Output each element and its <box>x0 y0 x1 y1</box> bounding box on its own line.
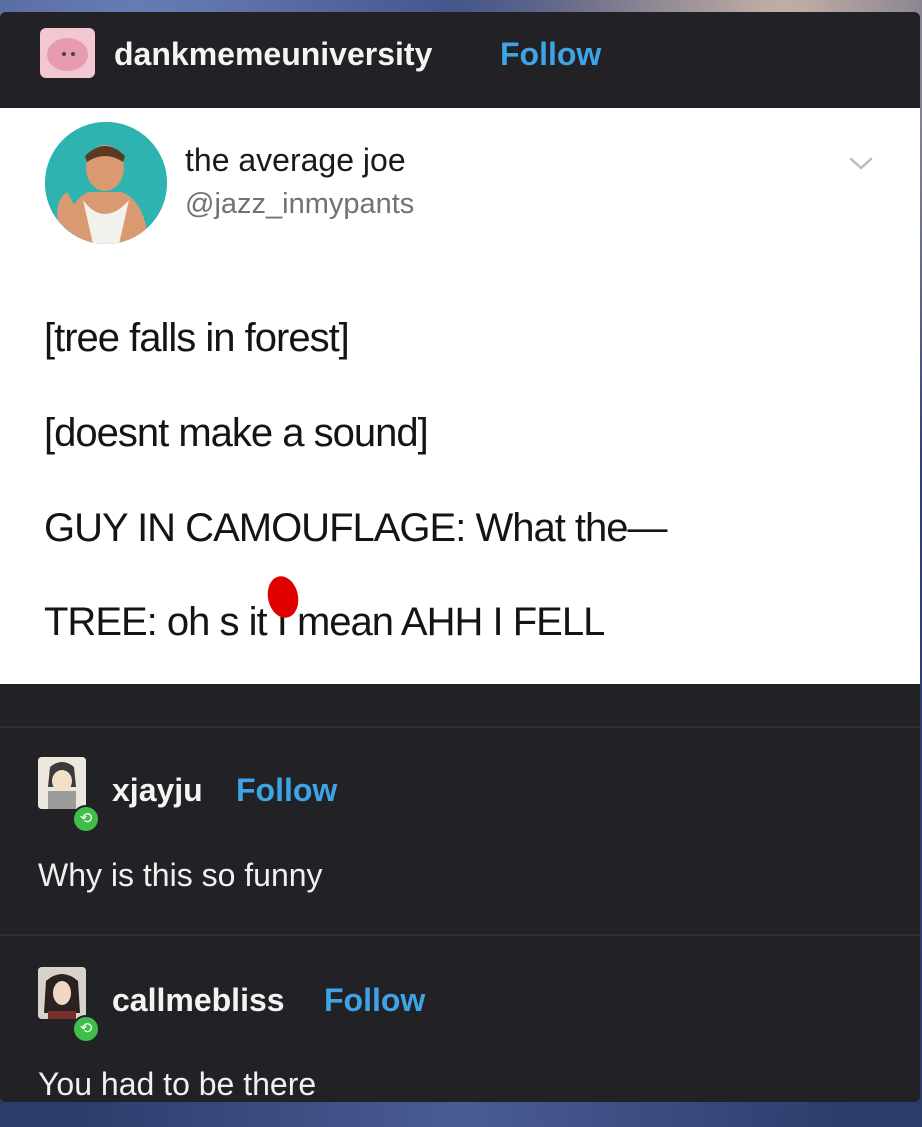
tweet-handle[interactable]: @jazz_inmypants <box>185 188 414 221</box>
avatar-blob <box>47 38 88 71</box>
tweet-text-line: TREE: oh s it I mean AHH I FELL <box>44 600 605 644</box>
avatar-drawing-icon <box>38 967 86 1019</box>
reblog-comment: Why is this so funny <box>38 857 323 893</box>
post-header: dankmemeuniversity Follow <box>0 12 920 108</box>
reblog-username[interactable]: xjayju <box>112 772 203 809</box>
follow-button[interactable]: Follow <box>324 982 425 1019</box>
tweet-avatar[interactable] <box>45 122 167 244</box>
reblog-icon: ⟲ <box>72 1015 100 1043</box>
blog-name[interactable]: dankmemeuniversity <box>114 36 432 73</box>
blog-avatar[interactable] <box>40 28 95 78</box>
tumblr-post-card: dankmemeuniversity Follow the average jo… <box>0 12 920 1102</box>
reblog-icon: ⟲ <box>72 805 100 833</box>
tweet-display-name[interactable]: the average joe <box>185 142 406 179</box>
user-avatar[interactable] <box>38 757 86 809</box>
follow-button[interactable]: Follow <box>236 772 337 809</box>
chevron-down-icon[interactable] <box>848 154 874 174</box>
avatar-drawing-icon <box>38 757 86 809</box>
avatar-eye <box>71 52 75 56</box>
tweet-text-line: GUY IN CAMOUFLAGE: What the— <box>44 506 668 550</box>
divider <box>0 726 920 728</box>
avatar-eye <box>62 52 66 56</box>
tweet-text-line: [tree falls in forest] <box>44 316 350 360</box>
embedded-tweet: the average joe @jazz_inmypants [tree fa… <box>0 108 920 684</box>
divider <box>0 934 920 936</box>
follow-button[interactable]: Follow <box>500 36 601 73</box>
reblog-username[interactable]: callmebliss <box>112 982 285 1019</box>
reblog-comment: You had to be there <box>38 1066 317 1102</box>
tweet-text-line: [doesnt make a sound] <box>44 411 429 455</box>
user-avatar[interactable] <box>38 967 86 1019</box>
person-photo-icon <box>45 122 167 244</box>
